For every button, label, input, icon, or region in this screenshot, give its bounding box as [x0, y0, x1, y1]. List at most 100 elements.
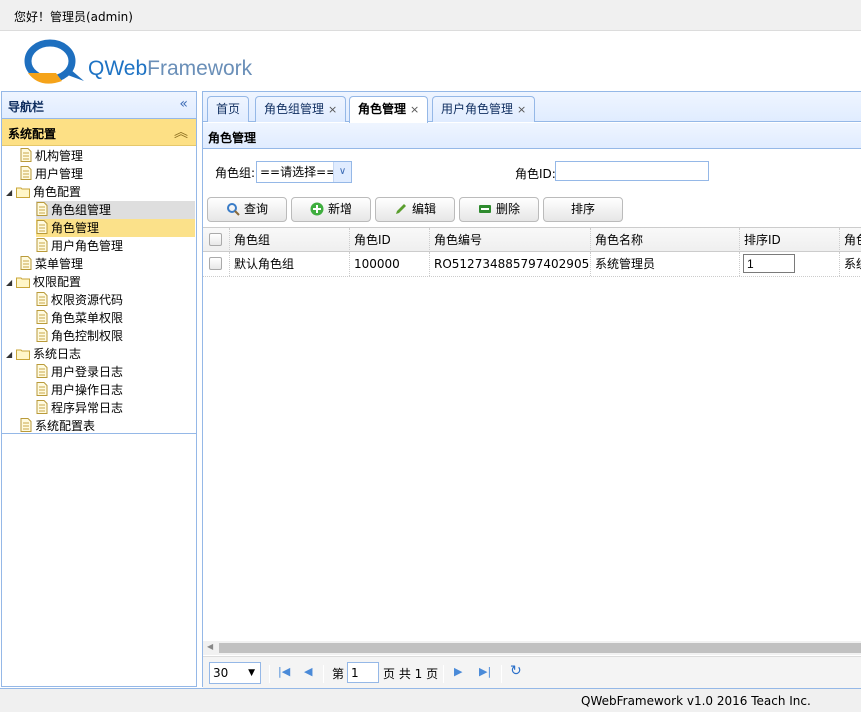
- table-row[interactable]: 默认角色组100000RO5127348857974029056系统管理员 系统: [203, 252, 861, 277]
- nav-item-label: 角色组管理: [51, 203, 112, 217]
- role-group-value: ==请选择==: [260, 165, 337, 179]
- checkbox[interactable]: [209, 257, 222, 270]
- nav-item[interactable]: 系统配置表: [20, 417, 95, 435]
- horizontal-scrollbar[interactable]: ◀: [203, 641, 861, 655]
- file-icon: [20, 148, 35, 163]
- sort-id-cell: [740, 252, 840, 276]
- scroll-left-icon[interactable]: ◀: [207, 642, 213, 651]
- close-icon[interactable]: ×: [517, 103, 526, 116]
- collapse-left-icon[interactable]: «: [179, 96, 188, 112]
- tab-label: 首页: [216, 102, 241, 116]
- nav-item[interactable]: 角色管理: [36, 219, 195, 237]
- nav-item-label: 程序异常日志: [51, 401, 124, 415]
- pager-separator: [443, 665, 444, 683]
- table-cell: RO5127348857974029056: [430, 252, 591, 276]
- nav-item-label: 角色管理: [51, 221, 100, 235]
- edit-button[interactable]: 编辑: [375, 197, 455, 222]
- tab-label: 角色组管理: [264, 102, 325, 116]
- query-button[interactable]: 查询: [207, 197, 287, 222]
- column-header[interactable]: 排序ID: [740, 228, 840, 252]
- file-icon: [20, 256, 35, 271]
- nav-item[interactable]: 菜单管理: [20, 255, 83, 273]
- file-icon: [36, 202, 51, 217]
- file-icon: [36, 328, 51, 343]
- sort-id-input[interactable]: [743, 254, 795, 273]
- role-group-select[interactable]: ==请选择== ∨: [256, 161, 352, 183]
- nav-item[interactable]: 权限资源代码: [36, 291, 123, 309]
- next-page-icon[interactable]: ▶: [454, 665, 462, 678]
- caret-down-icon: ▼: [248, 668, 255, 678]
- chevron-down-icon[interactable]: ∨: [333, 162, 351, 182]
- nav-item[interactable]: 用户管理: [20, 165, 83, 183]
- folder-icon: [16, 275, 33, 289]
- refresh-icon[interactable]: ↻: [510, 663, 522, 679]
- nav-item[interactable]: 程序异常日志: [36, 399, 123, 417]
- page-suffix: 页 共 1 页: [383, 667, 439, 681]
- column-header[interactable]: 角色: [840, 228, 861, 252]
- nav-item-label: 角色菜单权限: [51, 311, 124, 325]
- select-all-checkbox[interactable]: [203, 228, 230, 252]
- expanded-arrow-icon[interactable]: ◢: [6, 346, 16, 364]
- column-header[interactable]: 角色名称: [591, 228, 740, 252]
- nav-tree: 机构管理 用户管理 ◢ 角色配置 角色组管理 角色管理 用户角色管理 菜单管理 ◢ 权限配置 权限资…: [2, 146, 196, 434]
- tab-item[interactable]: 角色管理 ×: [349, 96, 429, 123]
- file-icon: [36, 400, 51, 415]
- role-group-label: 角色组:: [215, 166, 256, 180]
- sort-button[interactable]: 排序: [543, 197, 623, 222]
- checkbox[interactable]: [209, 233, 222, 246]
- nav-item-label: 用户管理: [35, 167, 84, 181]
- expanded-arrow-icon[interactable]: ◢: [6, 184, 16, 202]
- nav-item-label: 权限配置: [33, 275, 82, 289]
- tab-item[interactable]: 角色组管理 ×: [255, 96, 347, 122]
- nav-item[interactable]: 用户角色管理: [36, 237, 123, 255]
- add-button[interactable]: 新增: [291, 197, 371, 222]
- scrollbar-thumb[interactable]: [219, 643, 861, 653]
- nav-section-header[interactable]: 系统配置 ︽: [2, 119, 196, 146]
- column-header[interactable]: 角色编号: [430, 228, 591, 252]
- nav-item-label: 系统配置表: [35, 419, 96, 433]
- nav-item-label: 用户登录日志: [51, 365, 124, 379]
- panel-title: 角色管理: [208, 131, 257, 145]
- close-icon[interactable]: ×: [328, 103, 337, 116]
- expanded-arrow-icon[interactable]: ◢: [6, 274, 16, 292]
- nav-item[interactable]: ◢ 角色配置: [6, 183, 81, 201]
- tab-item[interactable]: 首页: [207, 96, 250, 122]
- user-greeting: 您好！管理员(admin): [14, 10, 133, 24]
- nav-item-label: 角色控制权限: [51, 329, 124, 343]
- prev-page-icon[interactable]: ◀: [304, 665, 312, 678]
- nav-header: 导航栏 «: [2, 92, 196, 119]
- column-header[interactable]: 角色ID: [350, 228, 430, 252]
- chevron-up-icon[interactable]: ︽: [174, 122, 188, 142]
- brand-name-part-2: Framework: [147, 57, 253, 80]
- first-page-icon[interactable]: |◀: [278, 665, 290, 678]
- nav-item[interactable]: ◢ 系统日志: [6, 345, 81, 363]
- tab-item[interactable]: 用户角色管理 ×: [432, 96, 536, 122]
- pager-separator: [501, 665, 502, 683]
- page-prefix: 第: [332, 667, 345, 681]
- row-checkbox-cell[interactable]: [203, 252, 230, 276]
- page-size-value: 30: [213, 666, 229, 680]
- page-number-input[interactable]: [347, 662, 379, 683]
- table-cell: 系统管理员: [591, 252, 740, 276]
- close-icon[interactable]: ×: [410, 103, 419, 116]
- nav-item[interactable]: 角色控制权限: [36, 327, 123, 345]
- nav-item-label: 系统日志: [33, 347, 82, 361]
- page-size-select[interactable]: 30 ▼: [209, 662, 261, 684]
- column-header[interactable]: 角色组: [230, 228, 350, 252]
- delete-button[interactable]: 删除: [459, 197, 539, 222]
- nav-item[interactable]: 用户登录日志: [36, 363, 123, 381]
- grid-header: 角色组角色ID角色编号角色名称排序ID角色: [203, 227, 861, 252]
- role-id-input[interactable]: [555, 161, 709, 181]
- tab-label: 用户角色管理: [441, 102, 514, 116]
- nav-item[interactable]: 角色菜单权限: [36, 309, 123, 327]
- last-page-icon[interactable]: ▶|: [479, 665, 491, 678]
- file-icon: [36, 292, 51, 307]
- nav-item[interactable]: 角色组管理: [36, 201, 195, 219]
- file-icon: [20, 418, 35, 433]
- nav-item[interactable]: ◢ 权限配置: [6, 273, 81, 291]
- nav-item[interactable]: 机构管理: [20, 147, 83, 165]
- nav-item[interactable]: 用户操作日志: [36, 381, 123, 399]
- nav-item-label: 权限资源代码: [51, 293, 124, 307]
- edit-button-label: 编辑: [411, 202, 436, 216]
- folder-icon: [16, 347, 33, 361]
